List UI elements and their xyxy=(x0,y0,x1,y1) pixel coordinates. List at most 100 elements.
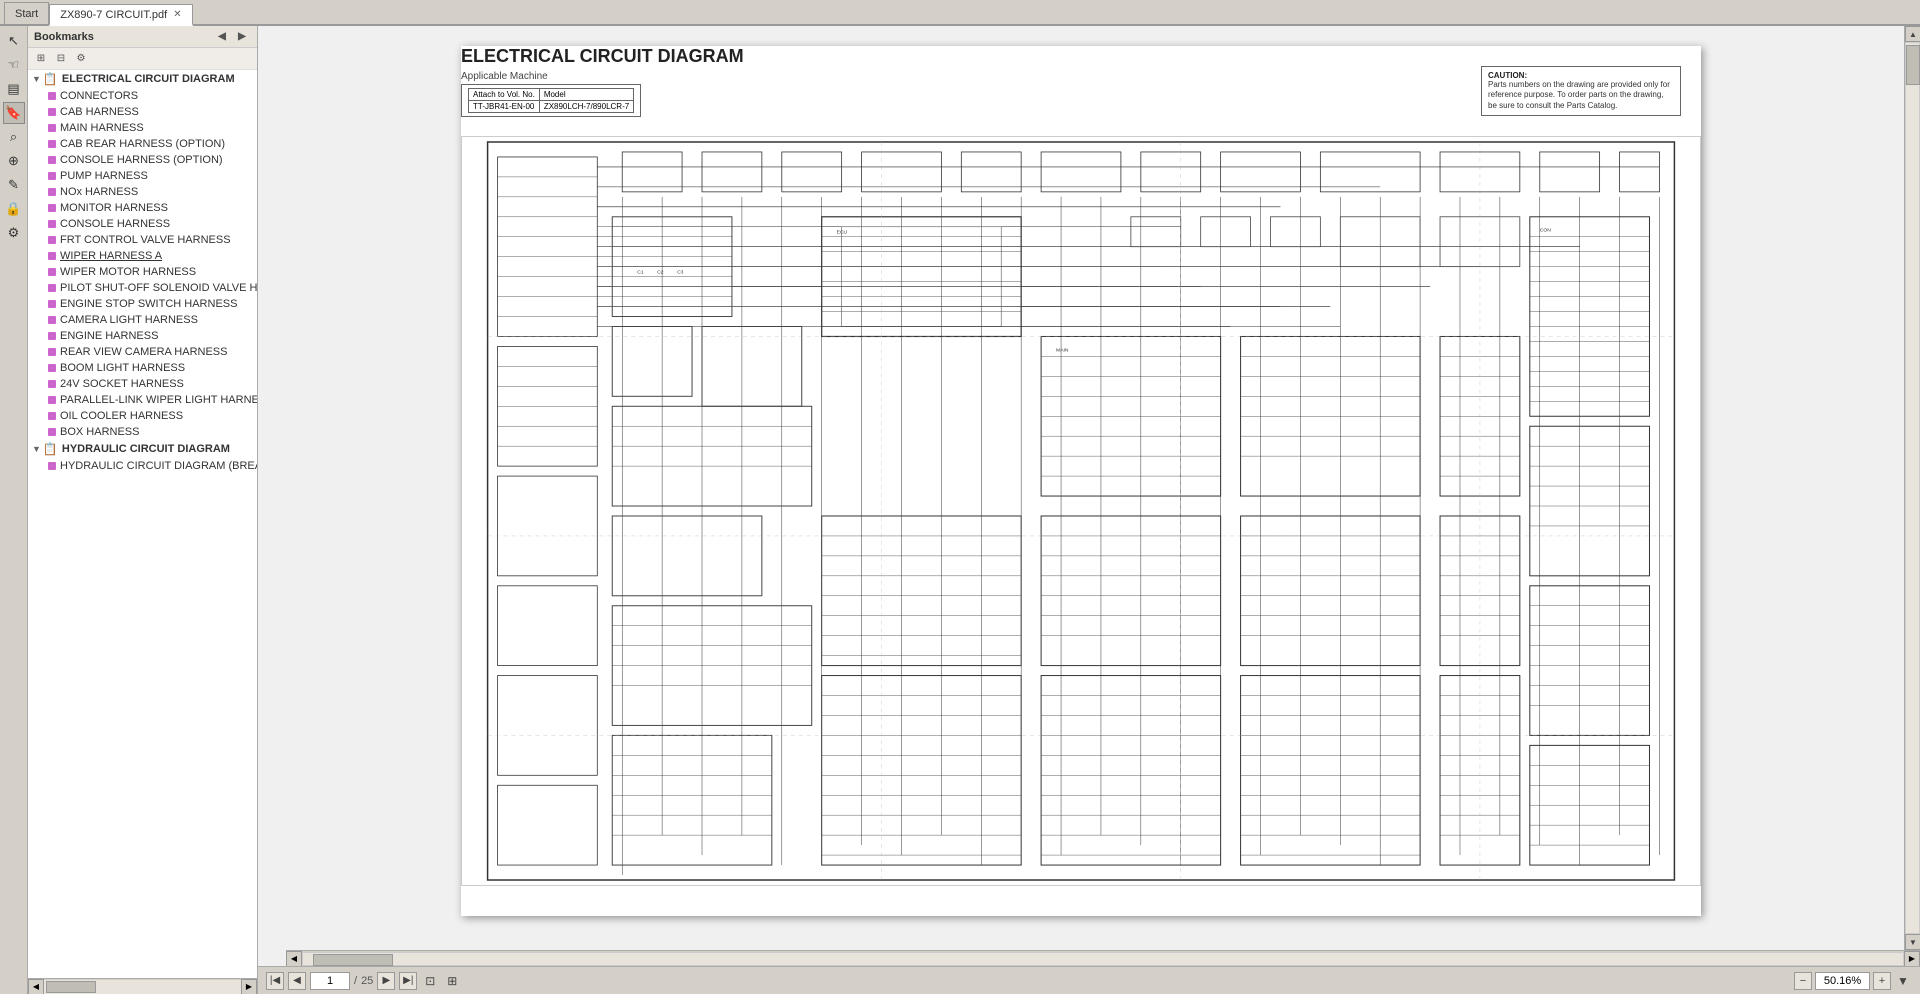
nav-prev-btn[interactable]: ◀ xyxy=(288,972,306,990)
bookmarks-hscroll[interactable]: ◀ ▶ xyxy=(28,978,257,994)
left-toolbar: ↖ ☜ ▤ 🔖 ⌕ ⊕ ✎ 🔒 ⚙ xyxy=(0,26,28,994)
caution-title: CAUTION: xyxy=(1488,71,1674,80)
bottom-toolbar: |◀ ◀ 1 / 25 ▶ ▶| ⊡ ⊞ − 50.16% + ▼ xyxy=(258,966,1920,994)
fit-width-btn[interactable]: ⊞ xyxy=(443,972,461,990)
bm-label-main: MAIN HARNESS xyxy=(60,122,144,134)
bm-electrical-label: ELECTRICAL CIRCUIT DIAGRAM xyxy=(62,73,235,85)
fit-page-btn[interactable]: ⊡ xyxy=(421,972,439,990)
zoom-input[interactable]: 50.16% xyxy=(1815,972,1870,990)
model-label: Model xyxy=(539,89,633,101)
bm-item-nox[interactable]: NOx HARNESS xyxy=(28,184,257,200)
cursor-tool-btn[interactable]: ↖ xyxy=(3,30,25,52)
bm-label-console-option: CONSOLE HARNESS (OPTION) xyxy=(60,154,223,166)
bm-collapse-all-btn[interactable]: ⊟ xyxy=(52,50,70,68)
svg-text:ECU: ECU xyxy=(837,230,848,236)
svg-text:CON: CON xyxy=(1540,228,1551,234)
hscroll-left-btn[interactable]: ◀ xyxy=(286,951,302,967)
bm-item-cab[interactable]: CAB HARNESS xyxy=(28,104,257,120)
nav-next-btn[interactable]: ▶ xyxy=(377,972,395,990)
bm-item-hydraulic-brea[interactable]: HYDRAULIC CIRCUIT DIAGRAM (BREA xyxy=(28,458,257,474)
bm-item-camera-light[interactable]: CAMERA LIGHT HARNESS xyxy=(28,312,257,328)
bm-dot-connectors xyxy=(48,92,56,100)
bm-dot-box xyxy=(48,428,56,436)
hand-tool-btn[interactable]: ☜ xyxy=(3,54,25,76)
scroll-down-btn[interactable]: ▼ xyxy=(1905,934,1920,950)
bm-item-connectors[interactable]: CONNECTORS xyxy=(28,88,257,104)
bm-label-nox: NOx HARNESS xyxy=(60,186,138,198)
bm-electrical-parent[interactable]: ▼ 📋 ELECTRICAL CIRCUIT DIAGRAM xyxy=(28,70,257,88)
extra-tool-btn[interactable]: ⚙ xyxy=(3,222,25,244)
page-tool-btn[interactable]: ▤ xyxy=(3,78,25,100)
bm-label-monitor: MONITOR HARNESS xyxy=(60,202,168,214)
bm-label-oil-cooler: OIL COOLER HARNESS xyxy=(60,410,183,422)
bm-scroll-left[interactable]: ◀ xyxy=(28,979,44,994)
bm-item-pump[interactable]: PUMP HARNESS xyxy=(28,168,257,184)
bm-item-parallel-wiper[interactable]: PARALLEL-LINK WIPER LIGHT HARNE xyxy=(28,392,257,408)
search-tool-btn[interactable]: ⌕ xyxy=(3,126,25,148)
bm-label-parallel-wiper: PARALLEL-LINK WIPER LIGHT HARNE xyxy=(60,394,257,406)
bm-dot-engine-stop xyxy=(48,300,56,308)
bm-item-monitor[interactable]: MONITOR HARNESS xyxy=(28,200,257,216)
bm-label-cab: CAB HARNESS xyxy=(60,106,139,118)
bookmarks-tool-btn[interactable]: 🔖 xyxy=(3,102,25,124)
bm-item-cab-rear[interactable]: CAB REAR HARNESS (OPTION) xyxy=(28,136,257,152)
bm-label-console: CONSOLE HARNESS xyxy=(60,218,170,230)
annotation-tool-btn[interactable]: ✎ xyxy=(3,174,25,196)
nav-first-btn[interactable]: |◀ xyxy=(266,972,284,990)
bm-item-console[interactable]: CONSOLE HARNESS xyxy=(28,216,257,232)
bm-hydraulic-parent[interactable]: ▼ 📋 HYDRAULIC CIRCUIT DIAGRAM xyxy=(28,440,257,458)
tab-close-icon[interactable]: ✕ xyxy=(173,9,181,20)
bm-item-engine[interactable]: ENGINE HARNESS xyxy=(28,328,257,344)
zoom-tool-btn[interactable]: ⊕ xyxy=(3,150,25,172)
bm-item-engine-stop[interactable]: ENGINE STOP SWITCH HARNESS xyxy=(28,296,257,312)
zoom-in-btn[interactable]: + xyxy=(1873,972,1891,990)
bm-item-oil-cooler[interactable]: OIL COOLER HARNESS xyxy=(28,408,257,424)
bm-item-console-option[interactable]: CONSOLE HARNESS (OPTION) xyxy=(28,152,257,168)
zoom-options-btn[interactable]: ▼ xyxy=(1894,972,1912,990)
tab-start[interactable]: Start xyxy=(4,2,49,24)
bm-dot-rear-view xyxy=(48,348,56,356)
pdf-viewer-container: CAUTION: Parts numbers on the drawing ar… xyxy=(258,26,1920,994)
bm-label-frt-control: FRT CONTROL VALVE HARNESS xyxy=(60,234,231,246)
page-number-input[interactable]: 1 xyxy=(310,972,350,990)
bm-label-cab-rear: CAB REAR HARNESS (OPTION) xyxy=(60,138,225,150)
pdf-scroll-area[interactable]: CAUTION: Parts numbers on the drawing ar… xyxy=(258,26,1904,950)
bm-hydraulic-collapse-icon: ▼ xyxy=(32,444,41,454)
tab-pdf[interactable]: ZX890-7 CIRCUIT.pdf ✕ xyxy=(49,4,192,26)
bm-hydraulic-doc-icon: 📋 xyxy=(43,442,58,456)
hscroll-track xyxy=(302,952,1904,966)
zoom-out-btn[interactable]: − xyxy=(1794,972,1812,990)
bm-options-btn[interactable]: ⚙ xyxy=(72,50,90,68)
bookmarks-expand-btn[interactable]: ◀ xyxy=(213,28,231,46)
bookmarks-title: Bookmarks xyxy=(34,31,94,43)
bm-expand-all-btn[interactable]: ⊞ xyxy=(32,50,50,68)
bookmarks-collapse-btn[interactable]: ▶ xyxy=(233,28,251,46)
bottom-scrollbar[interactable]: ◀ ▶ xyxy=(286,950,1920,966)
bm-item-boom-light[interactable]: BOOM LIGHT HARNESS xyxy=(28,360,257,376)
lock-tool-btn[interactable]: 🔒 xyxy=(3,198,25,220)
right-scrollbar[interactable]: ▲ ▼ xyxy=(1904,26,1920,950)
scroll-thumb xyxy=(1906,45,1920,85)
bm-dot-parallel-wiper xyxy=(48,396,56,404)
bm-dot-console-option xyxy=(48,156,56,164)
bm-item-main[interactable]: MAIN HARNESS xyxy=(28,120,257,136)
bm-scroll-right[interactable]: ▶ xyxy=(241,979,257,994)
bm-item-24v-socket[interactable]: 24V SOCKET HARNESS xyxy=(28,376,257,392)
bm-item-wiper-motor[interactable]: WIPER MOTOR HARNESS xyxy=(28,264,257,280)
total-pages: 25 xyxy=(361,975,373,987)
bm-item-frt-control[interactable]: FRT CONTROL VALVE HARNESS xyxy=(28,232,257,248)
nav-last-btn[interactable]: ▶| xyxy=(399,972,417,990)
tab-start-label: Start xyxy=(15,8,38,20)
bm-item-wiper-a[interactable]: WIPER HARNESS A xyxy=(28,248,257,264)
circuit-diagram: C1 C2 C3 ECU MAIN CON xyxy=(461,136,1701,886)
model-value: ZX890LCH-7/890LCR-7 xyxy=(539,101,633,113)
bm-label-pilot-shutoff: PILOT SHUT-OFF SOLENOID VALVE H xyxy=(60,282,257,294)
scroll-up-btn[interactable]: ▲ xyxy=(1905,26,1920,42)
bm-dot-console xyxy=(48,220,56,228)
bm-dot-engine xyxy=(48,332,56,340)
bm-item-pilot-shutoff[interactable]: PILOT SHUT-OFF SOLENOID VALVE H xyxy=(28,280,257,296)
bm-item-rear-view[interactable]: REAR VIEW CAMERA HARNESS xyxy=(28,344,257,360)
bm-item-box[interactable]: BOX HARNESS xyxy=(28,424,257,440)
hscroll-right-btn[interactable]: ▶ xyxy=(1904,951,1920,967)
bm-collapse-icon: ▼ xyxy=(32,74,41,84)
